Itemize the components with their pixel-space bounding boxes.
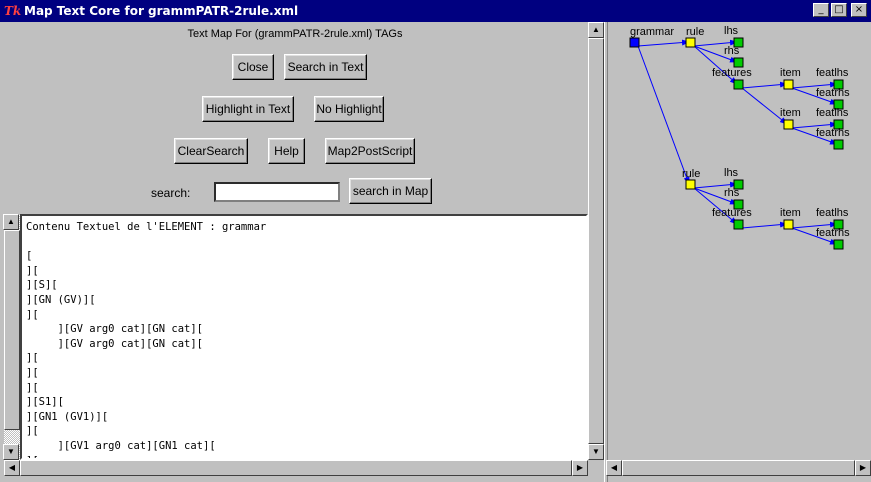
scroll-thumb[interactable] [20, 460, 572, 476]
scroll-up-arrow-icon[interactable]: ▲ [3, 214, 19, 230]
node-item-box[interactable] [783, 219, 794, 230]
tree-edge [637, 45, 690, 185]
text-line [26, 235, 266, 250]
clear-search-button[interactable]: ClearSearch [174, 138, 248, 164]
element-text-content: Contenu Textuel de l'ELEMENT : grammar [… [26, 220, 267, 458]
node-lhs-label[interactable]: lhs [724, 167, 739, 179]
highlight-in-text-button[interactable]: Highlight in Text [202, 96, 294, 122]
window-controls: _ □ × [813, 3, 867, 17]
text-line: ][GN (GV)][ [26, 293, 96, 306]
text-line: ][S][ [26, 279, 58, 292]
node-features-label[interactable]: features [712, 67, 752, 79]
map-title: Text Map For (grammPATR-2rule.xml) TAGs [187, 28, 403, 40]
text-line: ][ [26, 352, 39, 365]
tag-tree-diagram: grammar rule lhs rhs features item featlhs feat… [629, 25, 850, 250]
node-featlhs-label[interactable]: featlhs [816, 207, 849, 219]
scroll-down-arrow-icon[interactable]: ▼ [588, 444, 604, 460]
node-featrhs-label[interactable]: featrhs [816, 87, 850, 99]
text-horizontal-scrollbar[interactable]: ◀ ▶ [4, 460, 588, 476]
maximize-button[interactable]: □ [831, 3, 847, 17]
node-featlhs-label[interactable]: featlhs [816, 67, 849, 79]
node-features-label[interactable]: features [712, 207, 752, 219]
node-rhs-label[interactable]: rhs [724, 45, 740, 57]
text-line: ][ [26, 366, 39, 379]
text-line: ][S1][ [26, 396, 64, 409]
node-rule-label[interactable]: rule [682, 168, 700, 180]
node-features-box[interactable] [733, 79, 744, 90]
tree-edge [741, 221, 788, 229]
text-line: ][ [26, 308, 39, 321]
node-rhs-box[interactable] [733, 57, 744, 68]
text-line: ][ [26, 425, 39, 438]
node-grammar-box[interactable] [629, 37, 640, 48]
node-features-box[interactable] [733, 219, 744, 230]
tree-edge [741, 81, 788, 89]
node-item-label[interactable]: item [780, 107, 801, 119]
no-highlight-button[interactable]: No Highlight [314, 96, 384, 122]
node-rule-box[interactable] [685, 37, 696, 48]
tk-app-icon: Tk [4, 4, 22, 18]
left-pane-vertical-scrollbar[interactable]: ▲ ▼ [588, 22, 604, 460]
text-line: ][GV1 arg0 cat][GN1 cat][ [26, 439, 216, 452]
map2postscript-button[interactable]: Map2PostScript [325, 138, 415, 164]
text-line: ][GN1 (GV1)][ [26, 410, 109, 423]
search-in-text-button[interactable]: Search in Text [284, 54, 367, 80]
minimize-button[interactable]: _ [813, 3, 829, 17]
scroll-thumb[interactable] [588, 38, 604, 444]
scroll-left-arrow-icon[interactable]: ◀ [4, 460, 20, 476]
node-featrhs-label[interactable]: featrhs [816, 227, 850, 239]
title-bar: Tk Map Text Core for grammPATR-2rule.xml… [0, 0, 871, 22]
scroll-right-arrow-icon[interactable]: ▶ [572, 460, 588, 476]
text-line: ][GV arg0 cat][GN cat][ [26, 323, 204, 336]
node-item-label[interactable]: item [780, 207, 801, 219]
node-featlhs-label[interactable]: featlhs [816, 107, 849, 119]
search-in-map-button[interactable]: search in Map [349, 178, 432, 204]
close-window-button[interactable]: × [851, 3, 867, 17]
help-button[interactable]: Help [268, 138, 305, 164]
node-grammar-label[interactable]: grammar [630, 26, 674, 38]
scroll-thumb[interactable] [622, 460, 855, 476]
node-featrhs-box[interactable] [833, 239, 844, 250]
node-item-box[interactable] [783, 119, 794, 130]
search-input[interactable] [214, 182, 340, 202]
scroll-thumb[interactable] [4, 230, 20, 430]
text-vertical-scrollbar[interactable]: ▲ ▼ [3, 214, 20, 460]
node-item-box[interactable] [783, 79, 794, 90]
node-rule-label[interactable]: rule [686, 26, 704, 38]
scroll-right-arrow-icon[interactable]: ▶ [855, 460, 871, 476]
node-lhs-label[interactable]: lhs [724, 25, 739, 37]
tag-map-canvas[interactable]: grammar rule lhs rhs features item featlhs feat… [608, 22, 871, 460]
node-item-label[interactable]: item [780, 67, 801, 79]
search-label: search: [151, 186, 191, 200]
scroll-left-arrow-icon[interactable]: ◀ [606, 460, 622, 476]
node-featrhs-label[interactable]: featrhs [816, 127, 850, 139]
text-line: ][ [26, 381, 39, 394]
node-rule-box[interactable] [685, 179, 696, 190]
text-content-area[interactable]: Contenu Textuel de l'ELEMENT : grammar [… [20, 214, 588, 460]
text-line: ][ [26, 264, 39, 277]
text-line: Contenu Textuel de l'ELEMENT : grammar [26, 221, 267, 233]
map-horizontal-scrollbar[interactable]: ◀ ▶ [606, 460, 871, 476]
window-title: Map Text Core for grammPATR-2rule.xml [24, 4, 299, 18]
scroll-down-arrow-icon[interactable]: ▼ [3, 444, 19, 460]
control-panel: Text Map For (grammPATR-2rule.xml) TAGs … [0, 22, 590, 214]
tree-edge [637, 39, 690, 47]
scroll-up-arrow-icon[interactable]: ▲ [588, 22, 604, 38]
node-rhs-label[interactable]: rhs [724, 187, 740, 199]
node-featrhs-box[interactable] [833, 139, 844, 150]
text-line: ][GV arg0 cat][GN cat][ [26, 337, 204, 350]
text-line: [ [26, 250, 33, 263]
close-button[interactable]: Close [232, 54, 274, 80]
